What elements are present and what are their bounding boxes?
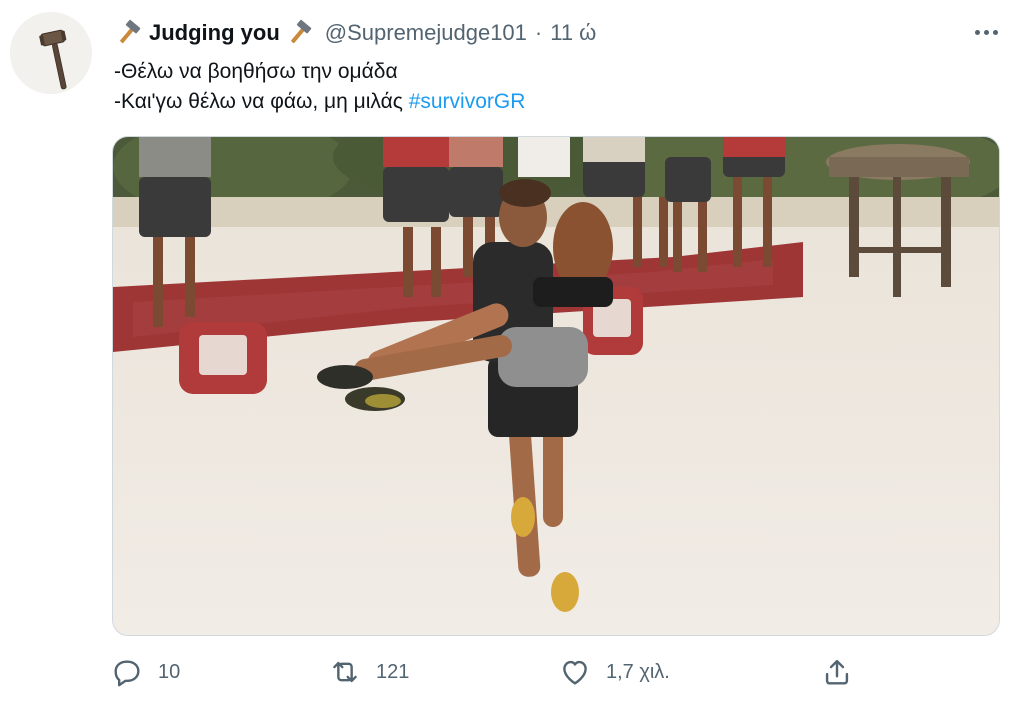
tweet: Judging you @Supremejudge101 · 11 ώ -Θέλ… [0,0,1024,711]
reply-button[interactable]: 10 [110,654,180,690]
retweet-icon [333,661,357,683]
tweet-text: -Και'γω θέλω να φάω, μη μιλάς [114,90,409,113]
retweet-button[interactable]: 121 [328,654,409,690]
more-options-dot [992,29,998,35]
gavel-avatar-icon [10,12,92,94]
user-handle[interactable]: @Supremejudge101 [325,20,527,46]
like-count: 1,7 χιλ. [606,660,670,683]
retweet-count: 121 [376,660,410,683]
more-options-icon [974,29,980,35]
reply-icon [114,660,140,687]
tweet-actions: 10 121 1,7 χιλ. [0,648,1024,696]
like-button[interactable]: 1,7 χιλ. [558,654,670,690]
tweet-header: Judging you @Supremejudge101 · 11 ώ [112,16,596,50]
tweet-text-line: -Θέλω να βοηθήσω την ομάδα [114,60,398,83]
share-button[interactable] [820,654,854,690]
more-options-button[interactable] [966,20,1006,44]
heart-icon [563,660,587,685]
tweet-media-image[interactable] [112,136,1000,636]
hammer-icon [286,19,314,47]
hammer-icon [115,19,143,47]
reply-count: 10 [158,660,181,683]
survivor-scene-image [113,137,999,635]
display-name[interactable]: Judging you [149,20,280,46]
avatar[interactable] [10,12,92,94]
timestamp[interactable]: 11 ώ [550,20,596,46]
more-options-dot [983,29,989,35]
share-icon [825,659,849,685]
tweet-text-line: -Και'γω θέλω να φάω, μη μιλάς #survivorG… [114,90,525,114]
hashtag-link[interactable]: #survivorGR [409,90,526,113]
separator-dot: · [534,20,543,45]
